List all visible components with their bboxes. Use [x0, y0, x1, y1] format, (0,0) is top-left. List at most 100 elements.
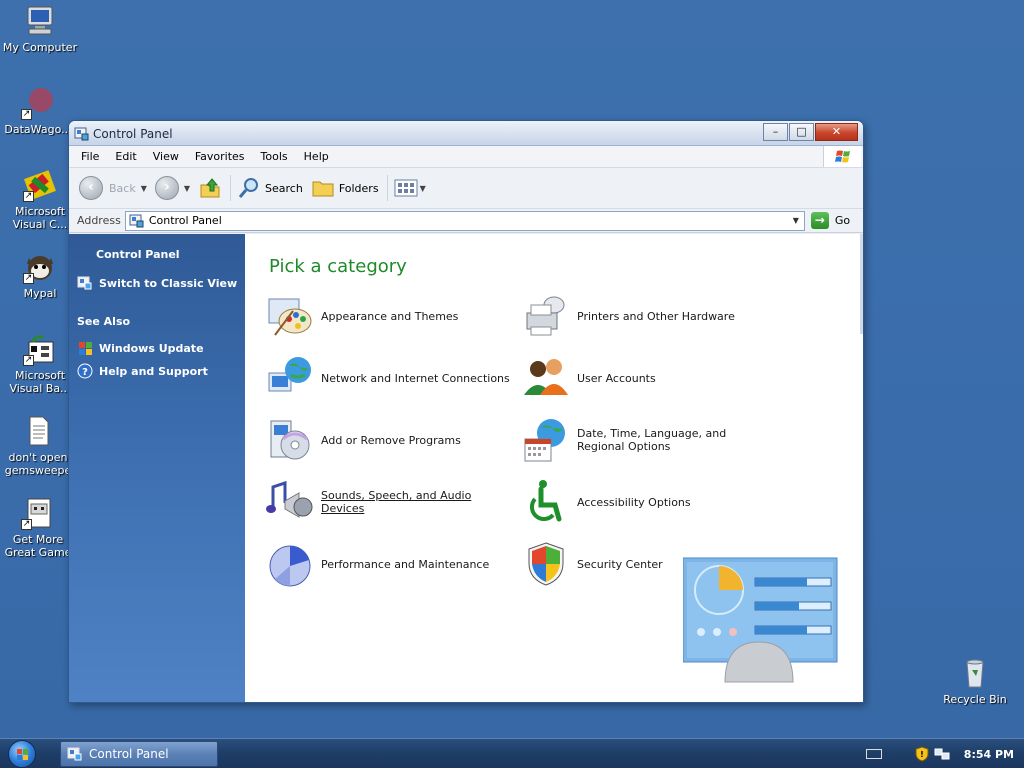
- shortcut-arrow-icon: ↗: [21, 109, 32, 120]
- taskbar-button-control-panel[interactable]: Control Panel: [60, 741, 218, 767]
- back-button[interactable]: ‹ Back ▼: [79, 176, 147, 200]
- windows-logo-icon: [823, 146, 861, 167]
- category-network-internet[interactable]: Network and Internet Connections: [265, 353, 515, 403]
- category-label: Performance and Maintenance: [321, 557, 490, 571]
- clock[interactable]: 8:54 PM: [964, 748, 1014, 761]
- help-icon: ?: [77, 363, 93, 379]
- network-icon: [268, 357, 311, 392]
- desktop-icon-get-more-games[interactable]: ↗ Get More Great Game: [0, 496, 78, 559]
- desktop-icon-label: Great Game: [4, 546, 72, 559]
- desktop-icon-recycle-bin[interactable]: Recycle Bin: [935, 656, 1015, 706]
- taskpane-title: Control Panel: [96, 248, 180, 261]
- forward-button[interactable]: › ▼: [154, 176, 190, 200]
- see-also-heading: See Also: [77, 315, 131, 328]
- svg-text:!: !: [920, 750, 924, 759]
- programs-icon: [270, 420, 310, 460]
- performance-icon: [269, 545, 311, 587]
- windows-update-icon: [79, 342, 92, 355]
- toolbar: ‹ Back ▼ › ▼ Search Folders ▼: [69, 168, 863, 209]
- category-label: Date, Time, Language, and Regional Optio…: [577, 427, 727, 453]
- windows-update-label: Windows Update: [99, 341, 204, 355]
- windows-logo-icon: [17, 749, 28, 760]
- visual-c-icon: ↗: [23, 168, 57, 202]
- up-folder-button[interactable]: [198, 176, 222, 200]
- category-label: User Accounts: [577, 371, 656, 385]
- network-connection-icon[interactable]: [934, 746, 950, 762]
- folders-button[interactable]: Folders: [311, 176, 379, 200]
- category-label: Security Center: [577, 557, 663, 571]
- task-pane: Control Panel Switch to Classic View See…: [69, 234, 245, 702]
- category-label: Sounds, Speech, and Audio Devices: [321, 489, 472, 515]
- menu-tools[interactable]: Tools: [255, 150, 294, 163]
- start-button[interactable]: [8, 740, 36, 768]
- mypal-icon: ↗: [23, 250, 57, 284]
- category-date-time-language[interactable]: Date, Time, Language, and Regional Optio…: [521, 415, 771, 465]
- category-label: Printers and Other Hardware: [577, 309, 735, 323]
- desktop-icon-label: DataWago...: [4, 123, 72, 136]
- menu-help[interactable]: Help: [298, 150, 335, 163]
- help-support-link[interactable]: ? Help and Support: [77, 363, 245, 379]
- chevron-down-icon[interactable]: ▼: [141, 184, 147, 193]
- minimize-button[interactable]: –: [763, 123, 788, 141]
- address-label: Address: [77, 214, 121, 227]
- menu-view[interactable]: View: [147, 150, 185, 163]
- category-printers-hardware[interactable]: Printers and Other Hardware: [521, 291, 771, 341]
- search-icon: [238, 178, 259, 198]
- datetime-icon: [524, 419, 565, 462]
- category-appearance-themes[interactable]: Appearance and Themes: [265, 291, 515, 341]
- desktop-icon-label: Recycle Bin: [943, 693, 1007, 706]
- desktop-icon-label: My Computer: [2, 41, 78, 54]
- go-label: Go: [834, 214, 851, 227]
- taskbar: Control Panel ! 8:54 PM: [0, 738, 1024, 768]
- menu-bar: File Edit View Favorites Tools Help: [69, 146, 863, 168]
- go-button[interactable]: → Go: [810, 212, 851, 229]
- toolbar-separator: [230, 175, 232, 201]
- desktop-icon-label: Get More: [12, 533, 64, 546]
- window-controls: – □ ✕: [762, 123, 858, 141]
- folders-label: Folders: [338, 181, 379, 195]
- views-button[interactable]: ▼: [394, 178, 426, 198]
- menu-edit[interactable]: Edit: [109, 150, 142, 163]
- keyboard-icon[interactable]: [865, 749, 882, 759]
- help-support-label: Help and Support: [99, 364, 208, 378]
- menu-favorites[interactable]: Favorites: [189, 150, 251, 163]
- system-tray: ! 8:54 PM: [865, 739, 1014, 768]
- security-shield-icon[interactable]: !: [914, 746, 930, 762]
- search-button[interactable]: Search: [237, 176, 303, 200]
- windows-update-link[interactable]: Windows Update: [77, 340, 245, 356]
- window-title: Control Panel: [93, 127, 173, 141]
- title-bar[interactable]: Control Panel – □ ✕: [69, 121, 863, 146]
- desktop-icon-my-computer[interactable]: My Computer: [0, 4, 80, 54]
- category-user-accounts[interactable]: User Accounts: [521, 353, 771, 403]
- chevron-down-icon[interactable]: ▼: [788, 212, 804, 230]
- toolbar-separator: [386, 175, 388, 201]
- address-bar: Address Control Panel ▼ → Go: [69, 209, 863, 233]
- desktop-icon-datawago[interactable]: ↗ DataWago...: [0, 86, 78, 136]
- control-panel-icon: [67, 747, 82, 761]
- back-arrow-icon: ‹: [79, 176, 103, 200]
- address-input[interactable]: Control Panel ▼: [124, 210, 805, 231]
- scrollbar-track: [860, 234, 863, 334]
- back-label: Back: [109, 181, 136, 195]
- views-icon: [394, 179, 418, 197]
- control-panel-icon: [77, 276, 92, 290]
- menu-file[interactable]: File: [75, 150, 105, 163]
- page-title: Pick a category: [269, 256, 407, 277]
- desktop-icon-dont-open[interactable]: don't open gemsweepe: [0, 414, 78, 477]
- category-sounds-audio[interactable]: Sounds, Speech, and Audio Devices: [265, 477, 515, 527]
- category-add-remove-programs[interactable]: Add or Remove Programs: [265, 415, 515, 465]
- category-accessibility[interactable]: Accessibility Options: [521, 477, 771, 527]
- switch-classic-view-link[interactable]: Switch to Classic View: [77, 275, 245, 291]
- close-button[interactable]: ✕: [815, 123, 858, 141]
- restore-button[interactable]: □: [789, 123, 814, 141]
- shortcut-arrow-icon: ↗: [23, 191, 34, 202]
- control-panel-icon: [129, 214, 144, 228]
- go-arrow-icon: →: [810, 212, 829, 229]
- switch-classic-view-label: Switch to Classic View: [99, 276, 238, 290]
- chevron-down-icon[interactable]: ▼: [184, 184, 190, 193]
- shortcut-arrow-icon: ↗: [21, 519, 32, 530]
- sound-icon: [266, 480, 313, 518]
- control-panel-window: Control Panel – □ ✕ File Edit View Favor…: [68, 120, 864, 703]
- window-content: Control Panel Switch to Classic View See…: [69, 234, 863, 702]
- category-performance-maintenance[interactable]: Performance and Maintenance: [265, 539, 515, 589]
